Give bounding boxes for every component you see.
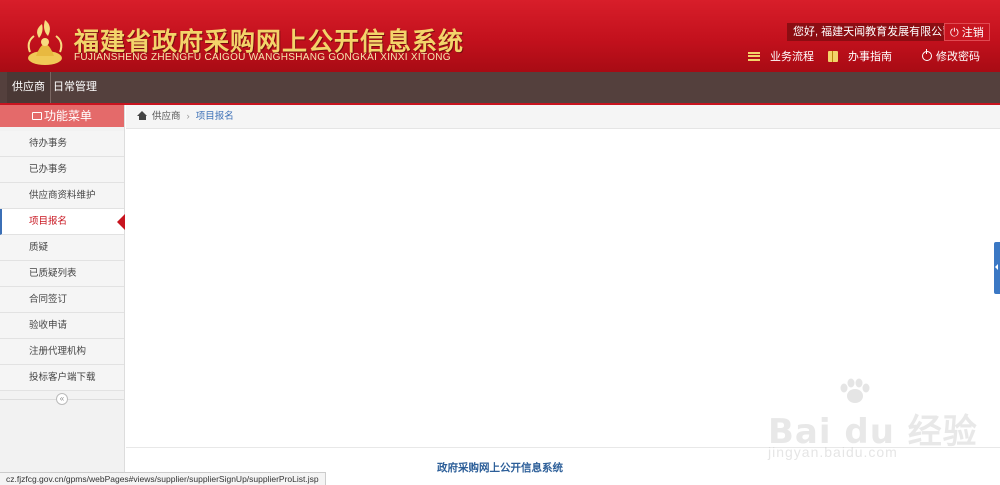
sidebar-item-client-download[interactable]: 投标客户端下载 (0, 365, 124, 391)
sidebar-heading-label: 功能菜单 (43, 109, 92, 123)
power-icon: ⏻ (950, 27, 959, 39)
sidebar-item-supplier-info[interactable]: 供应商资料维护 (0, 183, 124, 209)
chevron-right-icon: › (186, 111, 190, 122)
book-icon (828, 50, 838, 62)
header-banner: 福建省政府采购网上公开信息系统 FUJIANSHENG ZHENGFU CAIG… (0, 0, 1000, 72)
side-expand-tab[interactable] (994, 242, 1000, 294)
business-process-link[interactable]: 业务流程 (748, 48, 814, 64)
sidebar-heading: 功能菜单 (0, 105, 124, 127)
service-guide-link[interactable]: 办事指南 (828, 48, 892, 64)
paw-icon (840, 378, 870, 403)
sidebar-item-pending-tasks[interactable]: 待办事务 (0, 131, 124, 157)
sidebar: 功能菜单 待办事务 已办事务 供应商资料维护 项目报名 质疑 已质疑列表 合同签… (0, 105, 125, 485)
change-password-label: 修改密码 (936, 51, 980, 63)
government-emblem-icon (27, 20, 63, 65)
change-password-link[interactable]: 修改密码 (922, 48, 980, 64)
footer-text: 政府采购网上公开信息系统 (437, 462, 563, 474)
monitor-icon (31, 112, 42, 120)
logout-button[interactable]: ⏻ 注销 (944, 23, 990, 41)
sidebar-item-register-agency[interactable]: 注册代理机构 (0, 339, 124, 365)
breadcrumb-current: 项目报名 (195, 111, 234, 122)
sidebar-item-acceptance-request[interactable]: 验收申请 (0, 313, 124, 339)
logout-label: 注销 (961, 27, 984, 39)
sidebar-item-contract-signing[interactable]: 合同签订 (0, 287, 124, 313)
business-process-label: 业务流程 (770, 51, 814, 63)
top-navigation: 供应商 日常管理 (0, 72, 1000, 103)
tab-daily-management[interactable]: 日常管理 (48, 72, 102, 103)
sidebar-item-project-signup[interactable]: 项目报名 (0, 209, 125, 235)
sidebar-item-query[interactable]: 质疑 (0, 235, 124, 261)
home-icon[interactable] (137, 111, 148, 120)
sidebar-item-completed-tasks[interactable]: 已办事务 (0, 157, 124, 183)
breadcrumb: 供应商 › 项目报名 (126, 105, 1000, 129)
sidebar-item-query-list[interactable]: 已质疑列表 (0, 261, 124, 287)
breadcrumb-root[interactable]: 供应商 (152, 111, 181, 122)
service-guide-label: 办事指南 (848, 51, 892, 63)
browser-status-url: cz.fjzfcg.gov.cn/gpms/webPages#views/sup… (0, 472, 326, 485)
tab-supplier[interactable]: 供应商 (7, 72, 51, 103)
collapse-sidebar-icon[interactable]: « (56, 393, 68, 405)
list-icon (748, 51, 760, 61)
watermark-url: jingyan.baidu.com (768, 444, 898, 460)
system-title-pinyin: FUJIANSHENG ZHENGFU CAIGOU WANGHSHANG GO… (74, 52, 451, 63)
user-greeting: 您好, 福建天闻教育发展有限公司 (787, 23, 960, 41)
power-icon (922, 49, 932, 61)
baidu-jingyan-watermark: Bai du 经验 jingyan.baidu.com (768, 376, 977, 466)
